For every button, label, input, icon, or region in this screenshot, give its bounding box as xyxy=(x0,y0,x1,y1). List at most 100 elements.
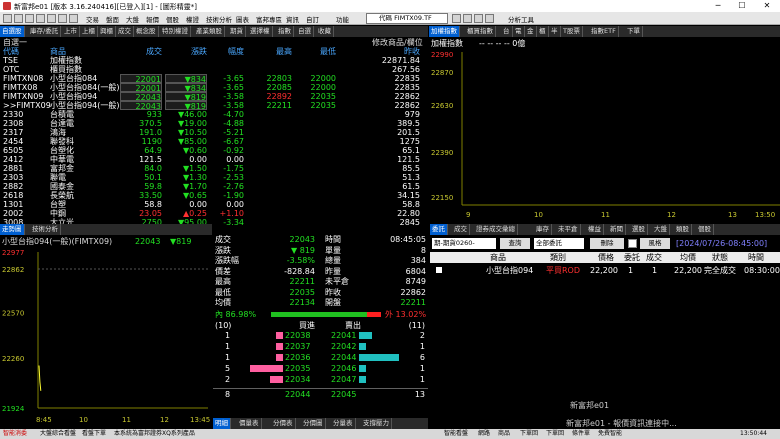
status-right[interactable]: 免費智能 xyxy=(598,429,622,438)
tab-index[interactable]: 指數 xyxy=(276,26,294,37)
toolbar-icon[interactable] xyxy=(452,14,461,23)
tab-volume-table[interactable]: 分量表 xyxy=(331,418,356,429)
tab-t-stock[interactable]: T股票 xyxy=(561,26,583,37)
tab-watchlist[interactable]: 自選股 xyxy=(0,26,25,37)
col-kind[interactable]: 類別 xyxy=(550,253,566,262)
tab-semi[interactable]: 半 xyxy=(549,26,561,37)
minimize-button[interactable]: ─ xyxy=(706,0,730,12)
toolbar-icon[interactable] xyxy=(474,14,483,23)
col-done[interactable]: 成交 xyxy=(646,253,662,262)
menu-tech[interactable]: 技術分析 xyxy=(206,14,232,24)
table-row[interactable]: 2308 台達電 370.5 ▼19.00 -4.88 389.5 xyxy=(0,119,428,128)
tab-stock[interactable]: 個股 xyxy=(696,224,714,235)
status-right[interactable]: 條件單 xyxy=(572,429,590,438)
toolbar-icon[interactable] xyxy=(58,14,67,23)
tab-holdings[interactable]: 庫存/委託 xyxy=(28,26,62,37)
tab-custom[interactable]: 自選 xyxy=(296,26,314,37)
tab-fill-summary[interactable]: 證券成交彙總 xyxy=(474,224,518,235)
book-row[interactable]: 2 22034 22047 1 xyxy=(213,375,428,384)
status-right[interactable]: 網路 xyxy=(478,429,490,438)
status-item[interactable]: 智能消委 xyxy=(3,429,27,438)
tab-tick-chart[interactable]: 走勢圖 xyxy=(0,224,25,235)
tab-orders[interactable]: 委託 xyxy=(430,224,448,235)
toolbar-icon[interactable] xyxy=(3,14,12,23)
status-right[interactable]: 智能看盤 xyxy=(444,429,468,438)
book-row[interactable]: 5 22035 22046 1 xyxy=(213,364,428,373)
tab-taiex[interactable]: 加權指數 xyxy=(429,26,460,37)
menu-trade[interactable]: 交易 xyxy=(86,14,99,24)
menu-stock[interactable]: 個股 xyxy=(166,14,179,24)
tab-tw[interactable]: 台 xyxy=(501,26,513,37)
tab-futures[interactable]: 期貨 xyxy=(228,26,246,37)
table-row[interactable]: 2454 聯發科 1190 ▼85.00 -6.67 1275 xyxy=(0,137,428,146)
table-row[interactable]: >>FIMTX09 小型台指094(一般) 22043 ▼819 -3.58 22211 2… xyxy=(0,101,428,111)
select-checkbox[interactable] xyxy=(628,239,637,248)
tab-price-chart[interactable]: 分價圖 xyxy=(301,418,326,429)
tab-emerging[interactable]: 興櫃 xyxy=(98,26,116,37)
maximize-button[interactable]: ☐ xyxy=(730,0,754,12)
tab-otc-short[interactable]: 櫃 xyxy=(537,26,549,37)
table-row[interactable]: 2317 鴻海 191.0 ▼10.50 -5.21 201.5 xyxy=(0,128,428,137)
close-button[interactable]: ✕ xyxy=(755,0,779,12)
status-item[interactable]: 看盤下單 xyxy=(82,429,106,438)
menu-chart[interactable]: 圖表 xyxy=(236,14,249,24)
edit-columns-link[interactable]: 修改商品/欄位 xyxy=(372,38,423,47)
table-row[interactable]: 2330 台積電 933 ▼46.00 -4.70 979 xyxy=(0,110,428,119)
col-last[interactable]: 成交 xyxy=(120,47,162,56)
col-avg[interactable]: 均價 xyxy=(680,253,696,262)
tab-fills[interactable]: 成交 xyxy=(452,224,470,235)
query-button[interactable]: 查詢 xyxy=(500,238,530,249)
col-qty[interactable]: 委託 xyxy=(624,253,640,262)
table-row[interactable]: FIMTXN08 小型台指084 22001 ▼834 -3.65 22803 22000 2… xyxy=(0,74,428,84)
toolbar-icon[interactable] xyxy=(485,14,494,23)
tab-open-interest[interactable]: 未平倉 xyxy=(556,224,581,235)
menu-function[interactable]: 功能 xyxy=(336,14,349,24)
table-row[interactable]: 2618 長榮航 33.50 ▼0.65 -1.90 34.15 xyxy=(0,191,428,200)
table-row[interactable]: 1301 台塑 58.8 0.00 0.00 58.8 xyxy=(0,200,428,209)
table-row[interactable]: 2881 富邦金 84.0 ▼1.50 -1.75 85.5 xyxy=(0,164,428,173)
status-right[interactable]: 下單回 xyxy=(520,429,538,438)
col-state[interactable]: 狀態 xyxy=(712,253,728,262)
menu-warrant[interactable]: 權證 xyxy=(186,14,199,24)
status-right[interactable]: 商品 xyxy=(498,429,510,438)
toolbar-icon[interactable] xyxy=(25,14,34,23)
table-row[interactable]: TSE 加權指數 22871.84 xyxy=(0,56,428,65)
table-row[interactable]: 2303 聯電 50.1 ▼1.30 -2.53 51.3 xyxy=(0,173,428,182)
tab-fin[interactable]: 金 xyxy=(525,26,537,37)
col-high[interactable]: 最高 xyxy=(250,47,292,56)
tab-otc[interactable]: 上櫃 xyxy=(80,26,98,37)
col-change[interactable]: 漲跌 xyxy=(165,47,207,56)
toolbar-icon[interactable] xyxy=(47,14,56,23)
col-price[interactable]: 價格 xyxy=(598,253,614,262)
tab-price-volume[interactable]: 價量表 xyxy=(237,418,262,429)
toolbar-icon[interactable] xyxy=(14,14,23,23)
table-row[interactable]: 6505 台塑化 64.9 ▼0.60 -0.92 65.1 xyxy=(0,146,428,155)
tab-special-warrant[interactable]: 特別權證 xyxy=(160,26,191,37)
col-low[interactable]: 最低 xyxy=(294,47,336,56)
table-row[interactable]: 2882 國泰金 59.8 ▼1.70 -2.76 61.5 xyxy=(0,182,428,191)
col-name[interactable]: 商品 xyxy=(50,47,66,56)
table-row[interactable]: 2002 中鋼 23.05 ▲0.25 +1.10 22.80 xyxy=(0,209,428,218)
toolbar-icon[interactable] xyxy=(36,14,45,23)
delete-button[interactable]: 刪除 xyxy=(590,238,624,249)
tab-order[interactable]: 下單 xyxy=(625,26,643,37)
menu-fubon[interactable]: 富邦專區 xyxy=(256,14,282,24)
tab-screener[interactable]: 選股 xyxy=(630,224,648,235)
tab-listed[interactable]: 上市 xyxy=(62,26,80,37)
style-button[interactable]: 風格 xyxy=(640,238,670,249)
table-row[interactable]: FIMTXN09 小型台指094 22043 ▼819 -3.58 22892 22035 2… xyxy=(0,92,428,102)
menu-quote[interactable]: 報價 xyxy=(146,14,159,24)
toolbar-icon[interactable] xyxy=(69,14,78,23)
book-row[interactable]: 1 22036 22044 6 xyxy=(213,353,428,362)
table-row[interactable]: OTC 櫃買指數 267.56 xyxy=(0,65,428,74)
col-time[interactable]: 時間 xyxy=(748,253,764,262)
col-prev[interactable]: 昨收 xyxy=(378,47,420,56)
tab-support[interactable]: 支撐壓力 xyxy=(361,418,392,429)
col-item[interactable]: 商品 xyxy=(490,253,506,262)
menu-info[interactable]: 資訊 xyxy=(286,14,299,24)
status-right[interactable]: 下單回 xyxy=(546,429,564,438)
tab-otc-index[interactable]: 櫃買指數 xyxy=(465,26,496,37)
account-select[interactable]: 期-期貨0260- xyxy=(432,238,496,249)
group-selector[interactable]: 自選一 xyxy=(3,38,27,47)
symbol-input[interactable]: 代碼 FIMTX09.TF xyxy=(366,13,448,24)
